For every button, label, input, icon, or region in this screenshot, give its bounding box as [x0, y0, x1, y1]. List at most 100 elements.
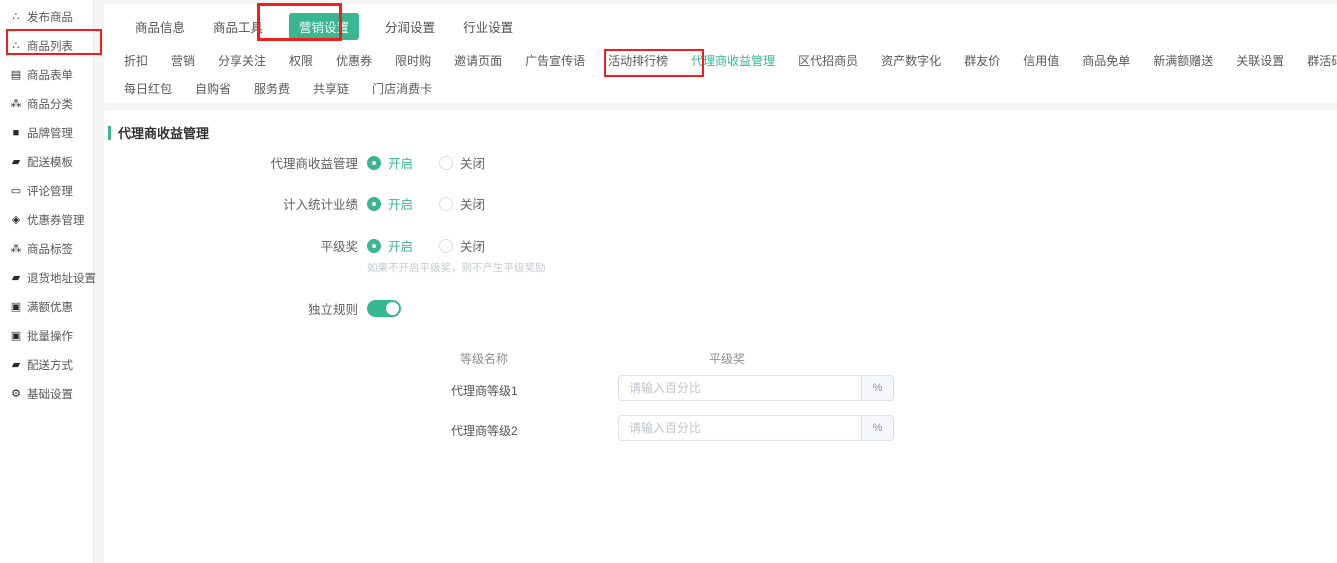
radio-dot-icon [439, 239, 453, 253]
sub-tab-label: 信用值 [1023, 54, 1059, 68]
radio-dot-icon [367, 156, 381, 170]
sub-tab-label: 区代招商员 [798, 54, 858, 68]
sub-tab[interactable]: 门店消费卡 [371, 80, 433, 100]
sidebar-item-label: 配送方式 [27, 357, 73, 373]
radio-dot-icon [367, 239, 381, 253]
sub-tab[interactable]: 广告宣传语 [524, 52, 586, 72]
truck-icon: ▰ [9, 155, 23, 168]
sidebar-item-label: 评论管理 [27, 183, 73, 199]
independent-rule-toggle[interactable] [367, 300, 401, 317]
sub-tab[interactable]: 商品免单 [1081, 52, 1131, 72]
sub-tab[interactable]: 关联设置 [1235, 52, 1285, 72]
radio-dot-icon [367, 197, 381, 211]
sub-tab[interactable]: 群友价 [963, 52, 1001, 72]
main-tab[interactable]: 商品工具 [211, 13, 265, 40]
table-header-peer-award: 平级奖 [617, 350, 837, 367]
sub-tab-label: 关联设置 [1236, 54, 1284, 68]
sub-tab[interactable]: 优惠券 [335, 52, 373, 72]
share-icon: ∴ [9, 39, 23, 52]
radio-label: 开启 [388, 236, 413, 255]
form-row-agent-income: 代理商收益管理 开启 关闭 [104, 153, 1337, 172]
sub-tab[interactable]: 服务费 [253, 80, 291, 100]
sub-tab[interactable]: 活动排行榜 [607, 52, 669, 72]
admin-page: { "colors": { "green": "#39b792", "red":… [0, 0, 1337, 563]
comment-icon: ▭ [9, 184, 23, 197]
sub-tab-label: 门店消费卡 [372, 82, 432, 96]
sidebar-item-label: 商品表单 [27, 67, 73, 83]
sidebar-item-label: 满额优惠 [27, 299, 73, 315]
percent-input[interactable] [618, 375, 862, 401]
percent-input[interactable] [618, 415, 862, 441]
sidebar-item[interactable]: ▣ 批量操作 [0, 321, 93, 350]
radio-label: 开启 [388, 153, 413, 172]
sidebar: ∴ 发布商品 ∴ 商品列表 ▤ 商品表单 ⁂ 商品分类 ■ 品牌管理 ▰ 配送模… [0, 0, 94, 563]
main-tab[interactable]: 商品信息 [133, 13, 187, 40]
sub-tab[interactable]: 新满额赠送 [1152, 52, 1214, 72]
sub-tab[interactable]: 共享链 [312, 80, 350, 100]
sidebar-item[interactable]: ▰ 配送模板 [0, 147, 93, 176]
sidebar-item[interactable]: ▰ 退货地址设置 [0, 263, 93, 292]
sub-tab-label: 服务费 [254, 82, 290, 96]
sidebar-item[interactable]: ■ 品牌管理 [0, 118, 93, 147]
table-row-name: 代理商等级2 [451, 422, 518, 439]
sub-tab[interactable]: 营销 [170, 52, 196, 72]
form-label: 独立规则 [104, 299, 358, 318]
discount-icon: ▣ [9, 300, 23, 313]
radio-off[interactable]: 关闭 [439, 194, 485, 213]
tag-icon: ⁂ [9, 242, 23, 255]
sidebar-item[interactable]: ∴ 商品列表 [0, 31, 93, 60]
gear-icon: ⚙ [9, 387, 23, 400]
radio-off[interactable]: 关闭 [439, 236, 485, 255]
sub-tab[interactable]: 代理商收益管理 [690, 52, 776, 72]
sub-tab-label: 共享链 [313, 82, 349, 96]
sidebar-item-label: 配送模板 [27, 154, 73, 170]
sidebar-item[interactable]: ▣ 满额优惠 [0, 292, 93, 321]
sub-tab[interactable]: 折扣 [123, 52, 149, 72]
sidebar-item[interactable]: ▤ 商品表单 [0, 60, 93, 89]
sub-tab[interactable]: 信用值 [1022, 52, 1060, 72]
sub-tabs-row-2: 每日红包 自购省 服务费 共享链 门店消费卡 [104, 80, 1337, 100]
radio-label: 开启 [388, 194, 413, 213]
sidebar-item[interactable]: ▭ 评论管理 [0, 176, 93, 205]
main-tab[interactable]: 行业设置 [461, 13, 515, 40]
sub-tab[interactable]: 群活码 [1306, 52, 1337, 72]
main-tab-label: 行业设置 [463, 21, 513, 35]
sidebar-item[interactable]: ⁂ 商品标签 [0, 234, 93, 263]
percent-suffix: % [862, 415, 894, 441]
radio-dot-icon [439, 197, 453, 211]
sub-tab-label: 新满额赠送 [1153, 54, 1213, 68]
sidebar-item-label: 退货地址设置 [27, 270, 96, 286]
sub-tab-label: 限时购 [395, 54, 431, 68]
sub-tab[interactable]: 每日红包 [123, 80, 173, 100]
sub-tab[interactable]: 邀请页面 [453, 52, 503, 72]
table-header-level-name: 等级名称 [414, 350, 554, 367]
radio-on[interactable]: 开启 [367, 236, 413, 255]
sidebar-item[interactable]: ▰ 配送方式 [0, 350, 93, 379]
table-row-field: % [618, 415, 894, 441]
sidebar-item[interactable]: ⁂ 商品分类 [0, 89, 93, 118]
form-row-count-performance: 计入统计业绩 开启 关闭 [104, 194, 1337, 213]
radio-label: 关闭 [460, 194, 485, 213]
radio-off[interactable]: 关闭 [439, 153, 485, 172]
sub-tab-label: 活动排行榜 [608, 54, 668, 68]
sub-tab[interactable]: 权限 [288, 52, 314, 72]
percent-suffix: % [862, 375, 894, 401]
briefcase-icon: ■ [9, 127, 23, 139]
category-icon: ⁂ [9, 97, 23, 110]
sub-tab[interactable]: 自购省 [194, 80, 232, 100]
sub-tab[interactable]: 资产数字化 [880, 52, 942, 72]
main-tab[interactable]: 营销设置 [289, 13, 359, 40]
main-tab[interactable]: 分润设置 [383, 13, 437, 40]
sub-tab[interactable]: 区代招商员 [797, 52, 859, 72]
delivery-icon: ▰ [9, 358, 23, 371]
sidebar-item-label: 商品分类 [27, 96, 73, 112]
sidebar-item[interactable]: ⚙ 基础设置 [0, 379, 93, 408]
sub-tab[interactable]: 分享关注 [217, 52, 267, 72]
sidebar-item[interactable]: ∴ 发布商品 [0, 2, 93, 31]
section-title: 代理商收益管理 [108, 123, 209, 142]
radio-on[interactable]: 开启 [367, 153, 413, 172]
sub-tab[interactable]: 限时购 [394, 52, 432, 72]
sidebar-item[interactable]: ◈ 优惠券管理 [0, 205, 93, 234]
radio-on[interactable]: 开启 [367, 194, 413, 213]
sub-tab-label: 群活码 [1307, 54, 1337, 68]
